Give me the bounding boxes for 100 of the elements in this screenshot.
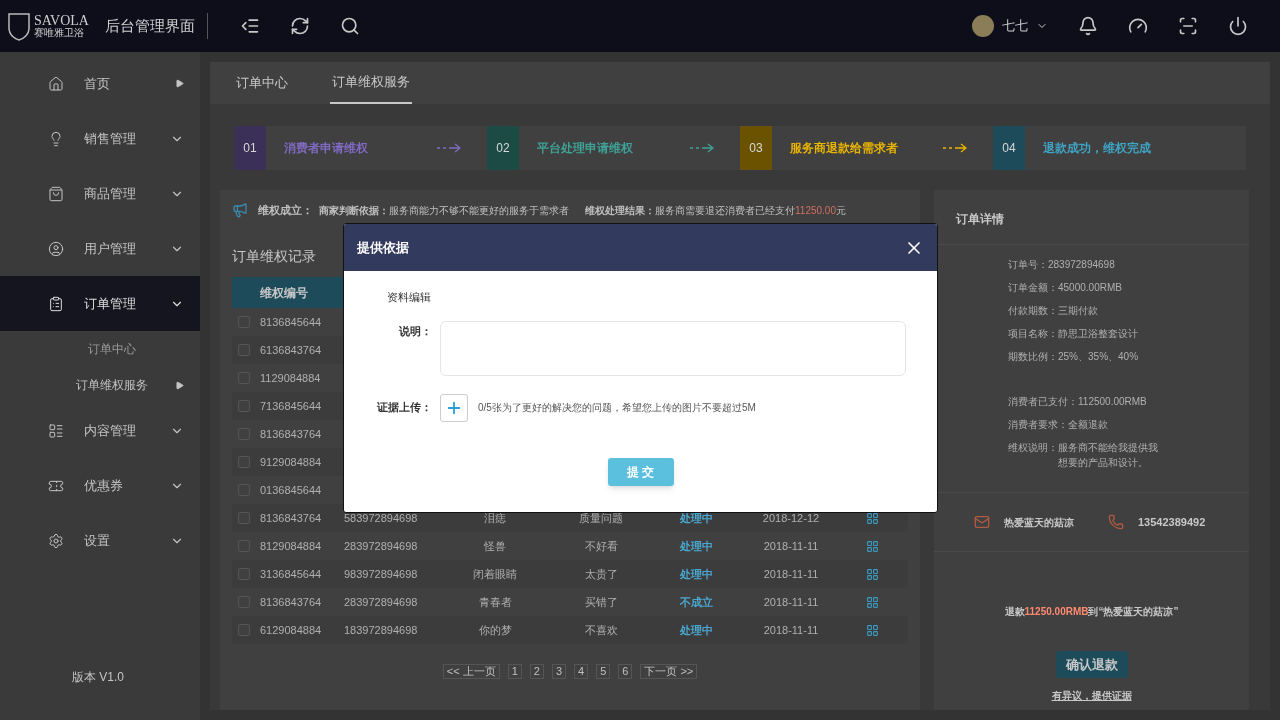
table-cell-text: 怪兽 [483,538,507,554]
table-cell-text: 9129084884 [259,454,323,470]
fullscreen-icon[interactable] [1178,16,1198,36]
sidebar-item[interactable]: 内容管理 [0,403,200,458]
modal-title: 提供依据 [357,238,410,257]
table-cell-text: 8136843764 [259,594,323,610]
table-cell-text: 2018-11-11 [762,594,820,610]
grid-icon[interactable] [866,511,879,525]
step-number: 03 [740,126,772,170]
menu-icon[interactable] [240,16,260,36]
step-label: 平台处理申请维权 [537,140,633,157]
detail-note: 服务商不能给我提供我想要的产品和设计。 [1058,441,1158,470]
table-cell-text: 1129084884 [259,370,322,386]
field-label: 说明： [398,323,432,339]
step-number: 04 [993,126,1025,170]
sidebar-item[interactable]: 商品管理 [0,166,200,221]
table-cell-text: 6129084884 [259,622,323,638]
refresh-icon[interactable] [290,16,310,36]
row-checkbox[interactable] [238,624,250,636]
page-button[interactable]: 5 [596,664,611,679]
page-button[interactable]: 3 [551,664,566,679]
column-header: 维权编号 [259,284,309,302]
arrow-icon [690,143,714,153]
arrow-icon [437,143,461,153]
detail-line: 消费者已支付：112500.00RMB [1008,395,1148,409]
page-button[interactable]: << 上一页 [442,664,500,679]
table-cell-text: 你的梦 [477,622,513,638]
sidebar-item[interactable]: 首页 [0,56,200,111]
table-cell-text: 8136843764 [259,426,323,442]
confirm-refund-button[interactable]: 确认退款 [1055,651,1128,678]
table-row[interactable]: 6129084884 183972894698 你的梦 不喜欢 处理中 2018-11-11 [232,616,908,644]
sidebar-item[interactable]: 优惠券 [0,458,200,513]
table-cell-text: 583972894698 [344,510,419,526]
dispute-link[interactable]: 有异议，提供证据 [1051,688,1132,703]
contact-phone: 13542389492 [1138,514,1206,530]
clipboard-icon [48,295,64,312]
step-label: 服务商退款给需求者 [790,140,898,157]
upload-hint: 0/5张为了更好的解决您的问题，希望您上传的图片不要超过5M [478,401,756,415]
notice-title: 维权成立： [258,202,313,218]
lightbulb-icon [48,130,64,147]
table-cell-text: 183972894698 [344,622,419,638]
table-cell-text: 283972894698 [344,594,419,610]
table-row[interactable]: 3136845644 983972894698 闭着眼睛 太贵了 处理中 2018-11-11 [232,560,908,588]
bag-icon [48,185,64,202]
table-cell-text: 买错了 [583,594,619,610]
page-button[interactable]: 4 [574,664,589,679]
page-button[interactable]: 2 [529,664,544,679]
caret-icon [175,79,184,88]
row-checkbox[interactable] [238,456,250,468]
section-label: 资料编辑 [387,290,431,305]
table-cell-text: 不成立 [678,594,714,610]
shield-icon [8,11,30,41]
row-checkbox[interactable] [238,568,250,580]
bell-icon[interactable] [1078,16,1098,36]
sidebar-item[interactable]: 用户管理 [0,221,200,276]
sidebar-subitem[interactable]: 订单中心 [0,331,200,367]
sidebar-item[interactable]: 销售管理 [0,111,200,166]
table-cell-text: 8136843764 [259,510,323,526]
table-cell-text: 3136845644 [259,566,323,582]
sidebar-item[interactable]: 订单管理 [0,276,200,331]
description-field[interactable] [440,320,906,376]
table-cell-text: 8136845644 [259,314,323,330]
sidebar-item[interactable]: 设置 [0,513,200,568]
contact-name: 热爱蓝天的菇凉 [1004,515,1074,530]
search-icon[interactable] [340,16,360,36]
table-cell-text: 2018-11-11 [762,622,820,638]
tab[interactable]: 订单中心 [234,62,290,104]
detail-label: 维权说明： [1008,441,1058,455]
row-checkbox[interactable] [238,344,250,356]
row-checkbox[interactable] [238,512,250,524]
upload-button[interactable] [440,393,468,422]
table-cell-text: 6136843764 [259,342,323,358]
table-cell-text: 2018-11-11 [762,566,820,582]
table-cell-text: 不喜欢 [583,622,619,638]
page-button[interactable]: 下一页 >> [640,664,698,679]
table-cell-text: 质量问题 [578,510,624,526]
settings-icon [48,532,64,549]
phone-icon [1108,514,1124,530]
table-cell-text: 处理中 [678,538,714,554]
mail-icon [974,514,990,530]
logo-subtitle: 赛唯雅卫浴 [34,28,85,38]
field-label: 证据上传： [376,400,432,416]
step-label: 退款成功，维权完成 [1043,140,1151,157]
page-button[interactable]: 6 [618,664,633,679]
avatar[interactable] [972,15,994,37]
table-cell-text: 8129084884 [259,538,323,554]
table-cell-text: 不好看 [583,538,619,554]
logo-text: SAVOLA [34,14,89,28]
detail-line: 订单号：283972894698 [1008,258,1116,272]
page-button[interactable]: 1 [507,664,522,679]
gauge-icon[interactable] [1128,16,1148,36]
table-cell-text: 2018-11-11 [762,538,820,554]
notice-basis: 商家判断依据：服务商能力不够不能更好的服务于需求者 [319,203,569,218]
table-cell-text: 0136845644 [259,482,323,498]
tab[interactable]: 订单维权服务 [330,62,412,104]
table-cell-text: 983972894698 [344,566,419,582]
power-icon[interactable] [1228,16,1248,36]
row-checkbox[interactable] [238,400,250,412]
sidebar-subitem[interactable]: 订单维权服务 [0,367,200,403]
user-name[interactable]: 七七 [1002,16,1028,36]
